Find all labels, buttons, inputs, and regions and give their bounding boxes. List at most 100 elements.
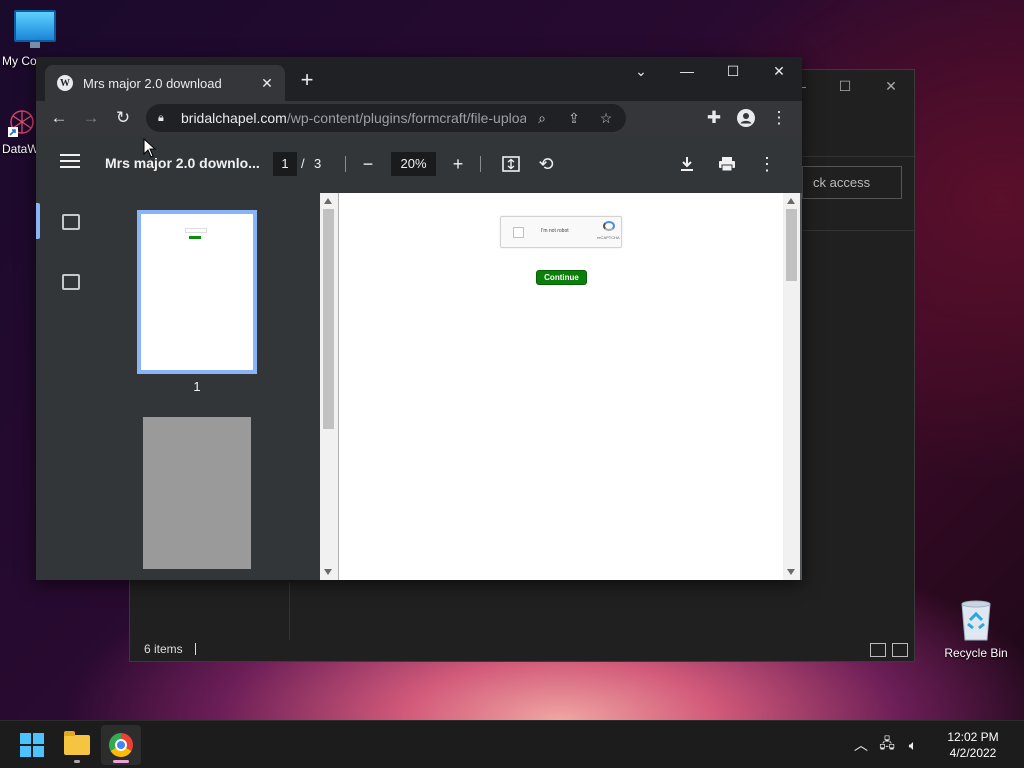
outline-icon[interactable]: [62, 274, 80, 290]
more-options-icon[interactable]: ⋮: [755, 152, 779, 176]
quick-access-search[interactable]: ck access: [802, 166, 902, 199]
total-pages: 3: [314, 156, 322, 171]
minimize-icon[interactable]: —: [664, 57, 710, 85]
extensions-icon[interactable]: ✚: [700, 105, 728, 131]
browser-tab[interactable]: W Mrs major 2.0 download ✕: [45, 65, 285, 101]
system-tray: ︿ 🖧︎ 🔈︎ 12:02 PM 4/2/2022: [848, 721, 1024, 768]
item-count: 6 items: [144, 642, 183, 656]
zoom-in-icon[interactable]: +: [446, 152, 470, 176]
thumbnail-page-number: 1: [193, 379, 201, 394]
pdf-viewer-body: 1 I'm not robot reCAPTCHA Continue: [36, 193, 802, 580]
chrome-icon: [109, 733, 133, 757]
continue-button[interactable]: Continue: [536, 270, 587, 285]
divider: [289, 582, 290, 640]
browser-toolbar: ← → ↻ 🔒︎ bridalchapel.com /wp-content/pl…: [36, 101, 802, 135]
scroll-up-icon[interactable]: [787, 198, 795, 204]
scroll-down-icon[interactable]: [324, 569, 332, 575]
zoom-level-input[interactable]: 20%: [391, 152, 436, 176]
tab-title: Mrs major 2.0 download: [83, 75, 222, 91]
scroll-up-icon[interactable]: [324, 198, 332, 204]
desktop-icon-label: My Co: [2, 54, 37, 68]
divider: [194, 643, 196, 655]
scroll-down-icon[interactable]: [787, 569, 795, 575]
address-bar-actions: ⌕ ⇪ ☆: [526, 104, 622, 132]
tab-close-icon[interactable]: ✕: [257, 75, 277, 92]
app-shortcut-icon: [7, 108, 37, 138]
wordpress-favicon-icon: W: [57, 75, 73, 91]
active-indicator: [36, 203, 40, 239]
pdf-title: Mrs major 2.0 downlo...: [105, 155, 260, 171]
taskbar: ︿ 🖧︎ 🔈︎ 12:02 PM 4/2/2022: [0, 720, 1024, 768]
fit-to-page-icon[interactable]: [499, 152, 523, 176]
monitor-icon: [14, 10, 56, 48]
tab-search-icon[interactable]: ⌄: [618, 57, 664, 85]
thumbnail-captcha: [185, 228, 207, 233]
start-button[interactable]: [12, 725, 52, 765]
download-icon[interactable]: [675, 152, 699, 176]
close-icon[interactable]: ✕: [868, 70, 914, 102]
page-scrollbar[interactable]: [783, 193, 800, 580]
view-toggle: [870, 643, 908, 657]
running-indicator: [74, 760, 80, 763]
clock-time: 12:02 PM: [947, 730, 999, 744]
desktop-icon-label: Recycle Bin: [944, 646, 1008, 660]
volume-icon[interactable]: 🔈︎: [900, 737, 926, 754]
thumbnails-icon[interactable]: [62, 214, 80, 230]
network-icon[interactable]: 🖧︎: [874, 733, 900, 757]
address-bar[interactable]: 🔒︎ bridalchapel.com /wp-content/plugins/…: [146, 104, 626, 132]
desktop-icon-label: DataW: [2, 142, 39, 156]
thumbnail-scrollbar[interactable]: [320, 193, 338, 580]
lock-icon[interactable]: 🔒︎: [158, 112, 170, 125]
captcha-checkbox[interactable]: [513, 227, 524, 238]
windows-logo-icon: [20, 733, 44, 757]
details-view-icon[interactable]: [870, 643, 886, 657]
divider: [345, 156, 346, 172]
divider: [480, 156, 481, 172]
close-icon[interactable]: ✕: [756, 57, 802, 85]
explorer-status-bar: 6 items: [130, 637, 914, 661]
thumbnail-button: [189, 236, 201, 239]
url-host: bridalchapel.com: [181, 110, 287, 126]
recaptcha-logo-icon: [603, 221, 615, 231]
page-separator: /: [301, 156, 305, 171]
page-thumbnail[interactable]: [143, 417, 251, 569]
back-icon[interactable]: ←: [45, 105, 73, 131]
clock[interactable]: 12:02 PM 4/2/2022: [934, 729, 1012, 761]
pdf-page: I'm not robot reCAPTCHA Continue: [338, 193, 783, 580]
profile-icon[interactable]: [732, 105, 760, 131]
print-icon[interactable]: [715, 152, 739, 176]
tiles-view-icon[interactable]: [892, 643, 908, 657]
window-controls: ⌄ — ☐ ✕: [618, 57, 802, 85]
zoom-icon[interactable]: ⌕: [526, 110, 558, 127]
new-tab-button[interactable]: +: [296, 69, 318, 93]
taskbar-chrome[interactable]: [101, 725, 141, 765]
share-icon[interactable]: ⇪: [558, 110, 590, 127]
clock-date: 4/2/2022: [949, 746, 997, 760]
rotate-icon[interactable]: ⟲: [534, 152, 558, 176]
desktop-icon-recycle-bin[interactable]: Recycle Bin: [940, 598, 1012, 660]
captcha-label: I'm not robot: [541, 228, 569, 234]
recycle-bin-icon: [961, 600, 991, 641]
recaptcha-brand: reCAPTCHA: [597, 235, 620, 240]
captcha-widget[interactable]: I'm not robot reCAPTCHA: [500, 216, 622, 248]
pdf-side-nav: [36, 193, 106, 580]
active-indicator: [113, 760, 129, 763]
title-bar: W Mrs major 2.0 download ✕ + ⌄ — ☐ ✕: [36, 57, 802, 101]
scrollbar-thumb[interactable]: [786, 209, 797, 281]
hamburger-menu-icon[interactable]: [60, 154, 80, 172]
thumbnail-panel: 1: [106, 193, 320, 580]
page-number-input[interactable]: 1: [273, 152, 297, 176]
zoom-out-icon[interactable]: −: [356, 152, 380, 176]
folder-icon: [64, 731, 90, 755]
forward-icon[interactable]: →: [77, 105, 105, 131]
bookmark-star-icon[interactable]: ☆: [590, 110, 622, 127]
maximize-icon[interactable]: ☐: [822, 70, 868, 102]
reload-icon[interactable]: ↻: [109, 105, 137, 131]
chrome-window: W Mrs major 2.0 download ✕ + ⌄ — ☐ ✕ ← →…: [36, 57, 802, 580]
maximize-icon[interactable]: ☐: [710, 57, 756, 85]
menu-kebab-icon[interactable]: ⋮: [765, 105, 793, 131]
taskbar-file-explorer[interactable]: [57, 725, 97, 765]
scrollbar-thumb[interactable]: [323, 209, 334, 429]
chevron-up-icon[interactable]: ︿: [848, 735, 874, 755]
page-thumbnail[interactable]: [137, 210, 257, 374]
